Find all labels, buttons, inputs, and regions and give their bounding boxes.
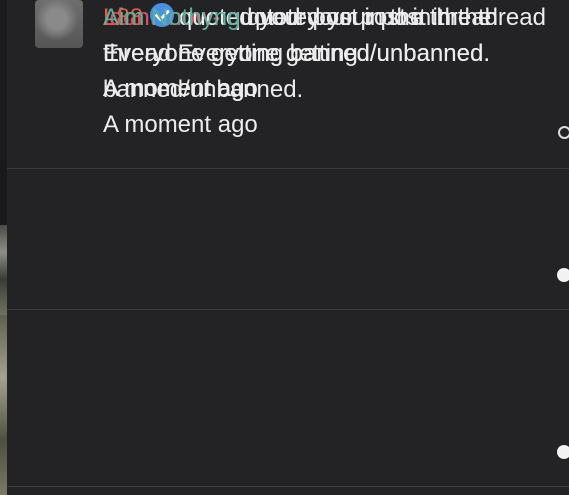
read-indicator-icon[interactable] [557,445,569,459]
timestamp: A moment ago [103,111,258,138]
background-page-strip [0,0,7,495]
unread-indicator-icon[interactable] [558,126,569,139]
notification-text[interactable]: Aim Nothyng quoted your post in the thre… [103,0,553,142]
user-avatar[interactable] [35,0,83,48]
notification-item[interactable] [7,169,569,310]
read-indicator-icon[interactable] [557,268,569,282]
background-image-segment [0,315,7,495]
notification-panel: Idontknow- quoted your post in the threa… [0,0,569,495]
background-image-segment [0,225,7,315]
username-link[interactable]: Aim Nothyng [103,4,240,31]
notification-item[interactable] [7,310,569,487]
notification-list: Idontknow- quoted your post in the threa… [7,0,569,495]
background-segment [0,0,7,160]
